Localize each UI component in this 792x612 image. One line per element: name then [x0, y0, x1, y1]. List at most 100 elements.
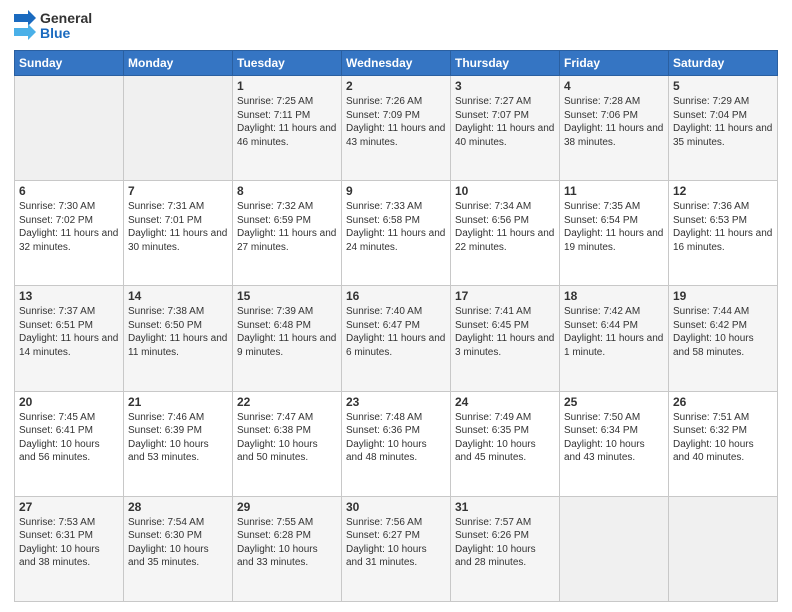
logo-arrow-icon	[14, 10, 36, 42]
day-cell: 19 Sunrise: 7:44 AM Sunset: 6:42 PM Dayli…	[669, 286, 778, 391]
day-cell: 13 Sunrise: 7:37 AM Sunset: 6:51 PM Dayli…	[15, 286, 124, 391]
day-cell: 9 Sunrise: 7:33 AM Sunset: 6:58 PM Daylig…	[342, 181, 451, 286]
day-cell: 30 Sunrise: 7:56 AM Sunset: 6:27 PM Dayli…	[342, 496, 451, 601]
day-info: Sunrise: 7:50 AM Sunset: 6:34 PM Dayligh…	[564, 411, 664, 465]
day-info: Sunrise: 7:31 AM Sunset: 7:01 PM Dayligh…	[128, 200, 228, 254]
day-cell: 20 Sunrise: 7:45 AM Sunset: 6:41 PM Dayli…	[15, 391, 124, 496]
day-cell: 11 Sunrise: 7:35 AM Sunset: 6:54 PM Dayli…	[560, 181, 669, 286]
day-info: Sunrise: 7:51 AM Sunset: 6:32 PM Dayligh…	[673, 411, 773, 465]
calendar-table: SundayMondayTuesdayWednesdayThursdayFrid…	[14, 50, 778, 602]
day-info: Sunrise: 7:37 AM Sunset: 6:51 PM Dayligh…	[19, 305, 119, 359]
day-cell: 2 Sunrise: 7:26 AM Sunset: 7:09 PM Daylig…	[342, 76, 451, 181]
day-number: 24	[455, 395, 555, 409]
day-cell: 31Sunrise: 7:57 AM Sunset: 6:26 PM Dayli…	[451, 496, 560, 601]
day-info: Sunrise: 7:49 AM Sunset: 6:35 PM Dayligh…	[455, 411, 555, 465]
day-info: Sunrise: 7:44 AM Sunset: 6:42 PM Dayligh…	[673, 305, 773, 359]
day-info: Sunrise: 7:34 AM Sunset: 6:56 PM Dayligh…	[455, 200, 555, 254]
day-header-tuesday: Tuesday	[233, 51, 342, 76]
day-info: Sunrise: 7:46 AM Sunset: 6:39 PM Dayligh…	[128, 411, 228, 465]
day-header-sunday: Sunday	[15, 51, 124, 76]
day-number: 1	[237, 79, 337, 93]
day-number: 11	[564, 184, 664, 198]
day-number: 7	[128, 184, 228, 198]
day-info: Sunrise: 7:38 AM Sunset: 6:50 PM Dayligh…	[128, 305, 228, 359]
day-number: 26	[673, 395, 773, 409]
day-info: Sunrise: 7:35 AM Sunset: 6:54 PM Dayligh…	[564, 200, 664, 254]
day-info: Sunrise: 7:41 AM Sunset: 6:45 PM Dayligh…	[455, 305, 555, 359]
day-number: 17	[455, 289, 555, 303]
day-info: Sunrise: 7:32 AM Sunset: 6:59 PM Dayligh…	[237, 200, 337, 254]
day-cell	[15, 76, 124, 181]
day-cell: 23 Sunrise: 7:48 AM Sunset: 6:36 PM Dayli…	[342, 391, 451, 496]
day-cell: 8 Sunrise: 7:32 AM Sunset: 6:59 PM Daylig…	[233, 181, 342, 286]
day-header-saturday: Saturday	[669, 51, 778, 76]
page-container: GeneralBlue SundayMondayTuesdayWednesday…	[0, 0, 792, 612]
day-header-monday: Monday	[124, 51, 233, 76]
day-info: Sunrise: 7:53 AM Sunset: 6:31 PM Dayligh…	[19, 516, 119, 570]
week-row-3: 13 Sunrise: 7:37 AM Sunset: 6:51 PM Dayli…	[15, 286, 778, 391]
day-cell: 5Sunrise: 7:29 AM Sunset: 7:04 PM Daylig…	[669, 76, 778, 181]
day-info: Sunrise: 7:30 AM Sunset: 7:02 PM Dayligh…	[19, 200, 119, 254]
day-number: 13	[19, 289, 119, 303]
day-cell: 18 Sunrise: 7:42 AM Sunset: 6:44 PM Dayli…	[560, 286, 669, 391]
day-number: 9	[346, 184, 446, 198]
day-cell: 25Sunrise: 7:50 AM Sunset: 6:34 PM Dayli…	[560, 391, 669, 496]
day-cell: 26 Sunrise: 7:51 AM Sunset: 6:32 PM Dayli…	[669, 391, 778, 496]
day-cell: 6 Sunrise: 7:30 AM Sunset: 7:02 PM Daylig…	[15, 181, 124, 286]
day-header-friday: Friday	[560, 51, 669, 76]
day-number: 5	[673, 79, 773, 93]
day-info: Sunrise: 7:26 AM Sunset: 7:09 PM Dayligh…	[346, 95, 446, 149]
day-number: 27	[19, 500, 119, 514]
day-number: 31	[455, 500, 555, 514]
week-row-2: 6 Sunrise: 7:30 AM Sunset: 7:02 PM Daylig…	[15, 181, 778, 286]
day-info: Sunrise: 7:42 AM Sunset: 6:44 PM Dayligh…	[564, 305, 664, 359]
day-cell: 27 Sunrise: 7:53 AM Sunset: 6:31 PM Dayli…	[15, 496, 124, 601]
day-cell: 3Sunrise: 7:27 AM Sunset: 7:07 PM Daylig…	[451, 76, 560, 181]
day-number: 10	[455, 184, 555, 198]
day-info: Sunrise: 7:45 AM Sunset: 6:41 PM Dayligh…	[19, 411, 119, 465]
day-cell: 1Sunrise: 7:25 AM Sunset: 7:11 PM Daylig…	[233, 76, 342, 181]
day-header-wednesday: Wednesday	[342, 51, 451, 76]
day-number: 12	[673, 184, 773, 198]
day-cell: 7 Sunrise: 7:31 AM Sunset: 7:01 PM Daylig…	[124, 181, 233, 286]
calendar-header: SundayMondayTuesdayWednesdayThursdayFrid…	[15, 51, 778, 76]
logo: GeneralBlue	[14, 10, 92, 42]
day-number: 6	[19, 184, 119, 198]
day-cell: 12 Sunrise: 7:36 AM Sunset: 6:53 PM Dayli…	[669, 181, 778, 286]
day-cell: 29Sunrise: 7:55 AM Sunset: 6:28 PM Dayli…	[233, 496, 342, 601]
day-cell: 10 Sunrise: 7:34 AM Sunset: 6:56 PM Dayli…	[451, 181, 560, 286]
day-info: Sunrise: 7:54 AM Sunset: 6:30 PM Dayligh…	[128, 516, 228, 570]
day-cell: 16Sunrise: 7:40 AM Sunset: 6:47 PM Dayli…	[342, 286, 451, 391]
day-cell: 22Sunrise: 7:47 AM Sunset: 6:38 PM Dayli…	[233, 391, 342, 496]
day-number: 18	[564, 289, 664, 303]
day-number: 20	[19, 395, 119, 409]
day-header-thursday: Thursday	[451, 51, 560, 76]
header: GeneralBlue	[14, 10, 778, 42]
day-number: 14	[128, 289, 228, 303]
day-cell	[560, 496, 669, 601]
day-info: Sunrise: 7:39 AM Sunset: 6:48 PM Dayligh…	[237, 305, 337, 359]
day-number: 23	[346, 395, 446, 409]
day-cell	[669, 496, 778, 601]
logo-blue-text: Blue	[40, 26, 92, 41]
day-cell: 15Sunrise: 7:39 AM Sunset: 6:48 PM Dayli…	[233, 286, 342, 391]
day-number: 28	[128, 500, 228, 514]
day-info: Sunrise: 7:56 AM Sunset: 6:27 PM Dayligh…	[346, 516, 446, 570]
week-row-4: 20 Sunrise: 7:45 AM Sunset: 6:41 PM Dayli…	[15, 391, 778, 496]
day-info: Sunrise: 7:33 AM Sunset: 6:58 PM Dayligh…	[346, 200, 446, 254]
day-number: 8	[237, 184, 337, 198]
week-row-5: 27 Sunrise: 7:53 AM Sunset: 6:31 PM Dayli…	[15, 496, 778, 601]
day-number: 4	[564, 79, 664, 93]
day-number: 30	[346, 500, 446, 514]
day-cell: 17 Sunrise: 7:41 AM Sunset: 6:45 PM Dayli…	[451, 286, 560, 391]
day-info: Sunrise: 7:36 AM Sunset: 6:53 PM Dayligh…	[673, 200, 773, 254]
day-cell: 21Sunrise: 7:46 AM Sunset: 6:39 PM Dayli…	[124, 391, 233, 496]
day-cell: 24 Sunrise: 7:49 AM Sunset: 6:35 PM Dayli…	[451, 391, 560, 496]
day-number: 19	[673, 289, 773, 303]
day-info: Sunrise: 7:40 AM Sunset: 6:47 PM Dayligh…	[346, 305, 446, 359]
day-cell: 4Sunrise: 7:28 AM Sunset: 7:06 PM Daylig…	[560, 76, 669, 181]
week-row-1: 1Sunrise: 7:25 AM Sunset: 7:11 PM Daylig…	[15, 76, 778, 181]
day-info: Sunrise: 7:48 AM Sunset: 6:36 PM Dayligh…	[346, 411, 446, 465]
day-number: 2	[346, 79, 446, 93]
day-cell	[124, 76, 233, 181]
